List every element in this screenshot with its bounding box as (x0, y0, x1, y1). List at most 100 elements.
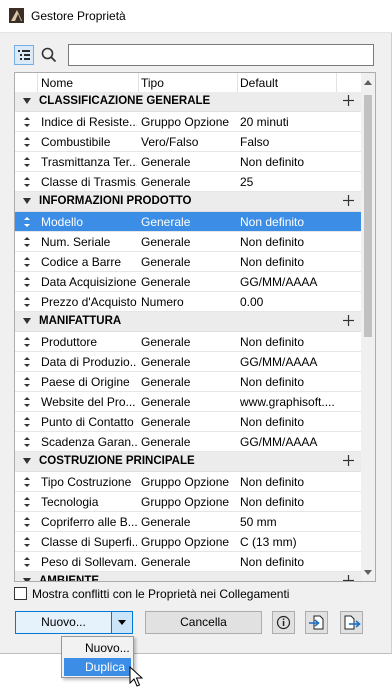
list-view-toggle-icon[interactable] (14, 45, 34, 65)
reorder-handle-icon[interactable] (23, 335, 31, 349)
table-row[interactable]: Classe di Trasmis... Generale 25 (15, 172, 361, 192)
reorder-handle-icon[interactable] (23, 175, 31, 189)
scroll-up-icon[interactable] (364, 80, 372, 85)
property-type: Gruppo Opzione (141, 115, 230, 129)
search-input[interactable] (68, 44, 374, 66)
table-body: CLASSIFICAZIONE GENERALE Indice di Resist… (15, 92, 361, 582)
column-header-name[interactable]: Nome (41, 76, 73, 90)
property-type: Generale (141, 515, 191, 529)
column-header-default[interactable]: Default (240, 76, 278, 90)
table-row[interactable]: Prezzo d'Acquisto Numero 0.00 (15, 292, 361, 312)
table-row[interactable]: Copriferro alle B... Generale 50 mm (15, 512, 361, 532)
new-dropdown-button[interactable] (111, 611, 133, 634)
new-dropdown-menu: Nuovo... Duplica (61, 636, 134, 678)
property-name: Tipo Costruzione (41, 475, 132, 489)
table-row[interactable]: Punto di Contatto Generale Non definito (15, 412, 361, 432)
table-row[interactable]: Tipo Costruzione Gruppo Opzione Non defini… (15, 472, 361, 492)
collapse-triangle-icon[interactable] (23, 578, 31, 581)
add-property-icon[interactable] (342, 454, 355, 467)
property-type: Gruppo Opzione (141, 475, 230, 489)
table-row[interactable]: Data Acquisizione Generale GG/MM/AAAA (15, 272, 361, 292)
table-row[interactable]: Paese di Origine Generale Non definito (15, 372, 361, 392)
reorder-handle-icon[interactable] (23, 495, 31, 509)
table-row[interactable]: Data di Produzio... Generale GG/MM/AAAA (15, 352, 361, 372)
scroll-down-icon[interactable] (364, 570, 372, 575)
import-button[interactable] (305, 611, 328, 634)
reorder-handle-icon[interactable] (23, 415, 31, 429)
table-row[interactable]: Num. Seriale Generale Non definito (15, 232, 361, 252)
table-row[interactable]: Website del Pro... Generale www.graphisoft… (15, 392, 361, 412)
collapse-triangle-icon[interactable] (23, 198, 31, 204)
scrollbar-thumb[interactable] (364, 95, 372, 337)
collapse-triangle-icon[interactable] (23, 458, 31, 464)
menu-item-duplicate[interactable]: Duplica (64, 658, 131, 676)
add-property-icon[interactable] (342, 314, 355, 327)
reorder-handle-icon[interactable] (23, 355, 31, 369)
reorder-handle-icon[interactable] (23, 535, 31, 549)
table-row[interactable]: Classe di Superfi... Gruppo Opzione C (13 … (15, 532, 361, 552)
group-title: INFORMAZIONI PRODOTTO (39, 195, 192, 207)
reorder-handle-icon[interactable] (23, 435, 31, 449)
reorder-handle-icon[interactable] (23, 215, 31, 229)
property-default: Non definito (240, 255, 305, 269)
export-icon (344, 615, 361, 630)
collapse-triangle-icon[interactable] (23, 318, 31, 324)
reorder-handle-icon[interactable] (23, 275, 31, 289)
property-default: Non definito (240, 555, 305, 569)
table-header: Nome Tipo Default (15, 73, 361, 93)
info-icon (276, 615, 291, 630)
column-header-type[interactable]: Tipo (141, 76, 164, 90)
table-row[interactable]: Trasmittanza Ter... Generale Non definito (15, 152, 361, 172)
window-title: Gestore Proprietà (31, 9, 126, 23)
property-type: Generale (141, 555, 191, 569)
property-default: GG/MM/AAAA (240, 435, 318, 449)
group-header[interactable]: COSTRUZIONE PRINCIPALE (15, 452, 361, 472)
table-row[interactable]: Produttore Generale Non definito (15, 332, 361, 352)
property-name: Classe di Superfi... (41, 535, 137, 549)
table-row[interactable]: Tecnologia Gruppo Opzione Non definito (15, 492, 361, 512)
property-type: Generale (141, 155, 191, 169)
group-header[interactable]: MANIFATTURA (15, 312, 361, 332)
column-divider (138, 73, 139, 92)
reorder-handle-icon[interactable] (23, 395, 31, 409)
add-property-icon[interactable] (342, 574, 355, 582)
table-row[interactable]: Combustibile Vero/Falso Falso (15, 132, 361, 152)
reorder-handle-icon[interactable] (23, 235, 31, 249)
reorder-handle-icon[interactable] (23, 555, 31, 569)
property-name: Modello (41, 215, 84, 229)
table-row[interactable]: Modello Generale Non definito (15, 212, 361, 232)
column-divider (336, 73, 337, 92)
menu-item-new[interactable]: Nuovo... (64, 639, 131, 657)
group-header[interactable]: INFORMAZIONI PRODOTTO (15, 192, 361, 212)
new-button[interactable]: Nuovo... (15, 611, 112, 634)
reorder-handle-icon[interactable] (23, 255, 31, 269)
delete-button[interactable]: Cancella (145, 611, 262, 634)
property-default: Non definito (240, 235, 305, 249)
table-row[interactable]: Codice a Barre Generale Non definito (15, 252, 361, 272)
table-row[interactable]: Peso di Sollevam... Generale Non definito (15, 552, 361, 572)
property-name: Data Acquisizione (41, 275, 137, 289)
reorder-handle-icon[interactable] (23, 515, 31, 529)
property-default: 25 (240, 175, 254, 189)
show-conflicts-checkbox[interactable] (14, 587, 27, 600)
group-header[interactable]: AMBIENTE (15, 572, 361, 582)
export-button[interactable] (340, 611, 363, 634)
table-row[interactable]: Indice di Resiste... Gruppo Opzione 20 min… (15, 112, 361, 132)
add-property-icon[interactable] (342, 94, 355, 107)
add-property-icon[interactable] (342, 194, 355, 207)
property-name: Tecnologia (41, 495, 99, 509)
reorder-handle-icon[interactable] (23, 375, 31, 389)
info-button[interactable] (272, 611, 295, 634)
reorder-handle-icon[interactable] (23, 115, 31, 129)
vertical-scrollbar[interactable] (361, 73, 375, 581)
property-default: Non definito (240, 215, 305, 229)
reorder-handle-icon[interactable] (23, 155, 31, 169)
reorder-handle-icon[interactable] (23, 135, 31, 149)
group-header[interactable]: CLASSIFICAZIONE GENERALE (15, 92, 361, 112)
reorder-handle-icon[interactable] (23, 295, 31, 309)
reorder-handle-icon[interactable] (23, 475, 31, 489)
property-default: Falso (240, 135, 270, 149)
collapse-triangle-icon[interactable] (23, 98, 31, 104)
property-type: Generale (141, 255, 191, 269)
table-row[interactable]: Scadenza Garan... Generale GG/MM/AAAA (15, 432, 361, 452)
